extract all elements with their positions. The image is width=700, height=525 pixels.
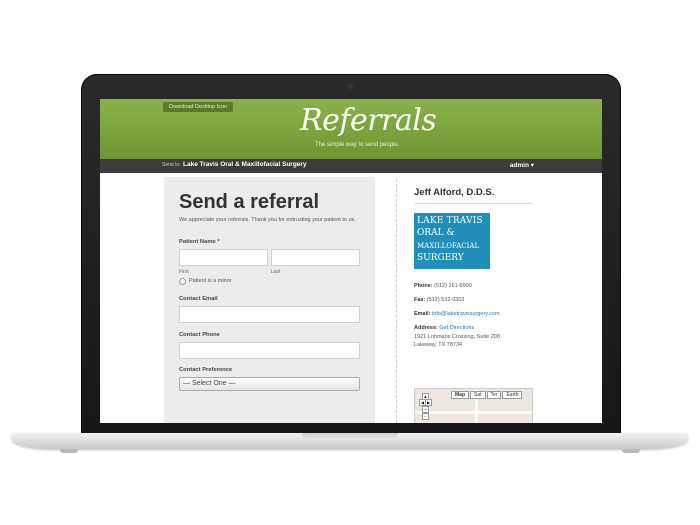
laptop-lid: Download Desktop Icon Referrals The simp… (81, 74, 621, 434)
logo-line: SURGERY (417, 253, 464, 263)
pan-right-icon[interactable]: ▶ (425, 399, 432, 406)
map-type-tabs: Map Sat Ter Earth (451, 391, 523, 399)
referrals-logo[interactable]: Referrals (300, 103, 437, 138)
main-content: Send a referral We appreciate your refer… (100, 173, 602, 423)
patient-minor-checkbox[interactable] (179, 278, 186, 285)
download-desktop-icon-button[interactable]: Download Desktop Icon (163, 102, 234, 112)
laptop-notch (302, 433, 398, 440)
column-divider (396, 179, 397, 423)
get-directions-link[interactable]: Get Directions (439, 325, 474, 331)
doctor-name: Jeff Alford, D.D.S. (414, 187, 495, 198)
logo-line: MAXILLOFACIAL (417, 242, 480, 250)
form-intro: We appreciate your referrals. Thank you … (179, 217, 356, 223)
address-label: Address: (414, 325, 438, 331)
map-tab-sat[interactable]: Sat (470, 391, 486, 399)
contact-preference-label: Contact Preference (179, 367, 233, 373)
phone-label: Phone: (414, 283, 433, 289)
webcam (348, 84, 353, 89)
address-line-2: Lakeway, TX 78734 (414, 342, 463, 348)
navbar: Send to: Lake Travis Oral & Maxillofacia… (100, 159, 602, 173)
last-name-hint: Last (271, 269, 281, 275)
first-name-hint: First (179, 269, 189, 275)
contact-phone-input[interactable] (179, 342, 360, 359)
address-line-1: 1921 Lohmans Crossing, Suite 208 (414, 334, 500, 340)
fax-row: Fax: (512) 532-0303 (414, 297, 464, 303)
zoom-out-icon[interactable]: − (422, 413, 429, 420)
phone-value: (512) 261-6900 (434, 283, 472, 289)
patient-name-label: Patient Name * (179, 239, 220, 245)
map-tab-ter[interactable]: Ter (486, 391, 502, 399)
practice-name[interactable]: Lake Travis Oral & Maxillofacial Surgery (183, 161, 307, 168)
laptop-base (12, 433, 688, 449)
map-tab-map[interactable]: Map (451, 391, 469, 399)
practice-logo: LAKE TRAVIS ORAL & MAXILLOFACIAL SURGERY (414, 213, 490, 269)
email-row: Email: info@laketravissurgery.com (414, 311, 500, 317)
fax-label: Fax: (414, 297, 426, 303)
last-name-input[interactable] (271, 249, 360, 266)
referral-form: Send a referral We appreciate your refer… (164, 177, 375, 423)
send-to-label: Send to: (162, 162, 181, 168)
fax-value: (512) 532-0303 (426, 297, 465, 303)
zoom-in-icon[interactable]: + (422, 406, 429, 413)
location-map[interactable]: ▲ ◀ ▶ + − Map Sat Ter Earth (414, 388, 533, 423)
site-header: Download Desktop Icon Referrals The simp… (100, 99, 602, 159)
laptop-screen: Download Desktop Icon Referrals The simp… (100, 99, 602, 423)
logo-line: ORAL & (417, 228, 455, 238)
email-label: Email: (414, 311, 431, 317)
address-row: Address: Get Directions (414, 325, 474, 331)
contact-email-input[interactable] (179, 306, 360, 323)
map-pan-zoom-control[interactable]: ▲ ◀ ▶ + − (419, 393, 432, 423)
user-menu[interactable]: admin ▾ (510, 161, 534, 169)
contact-preference-select[interactable]: — Select One — (179, 377, 360, 391)
page-title: Send a referral (179, 191, 320, 213)
laptop-foot (622, 449, 640, 453)
first-name-input[interactable] (179, 249, 268, 266)
map-road (415, 411, 532, 414)
logo-line: LAKE TRAVIS (417, 216, 483, 226)
email-link[interactable]: info@laketravissurgery.com (432, 311, 500, 317)
contact-email-label: Contact Email (179, 296, 218, 302)
contact-phone-label: Contact Phone (179, 332, 220, 338)
laptop-foot (60, 449, 78, 453)
divider (414, 203, 532, 204)
patient-minor-label: Patient is a minor (189, 278, 232, 284)
phone-row: Phone: (512) 261-6900 (414, 283, 472, 289)
tagline: The simple way to send people. (315, 142, 400, 148)
map-tab-earth[interactable]: Earth (502, 391, 523, 399)
